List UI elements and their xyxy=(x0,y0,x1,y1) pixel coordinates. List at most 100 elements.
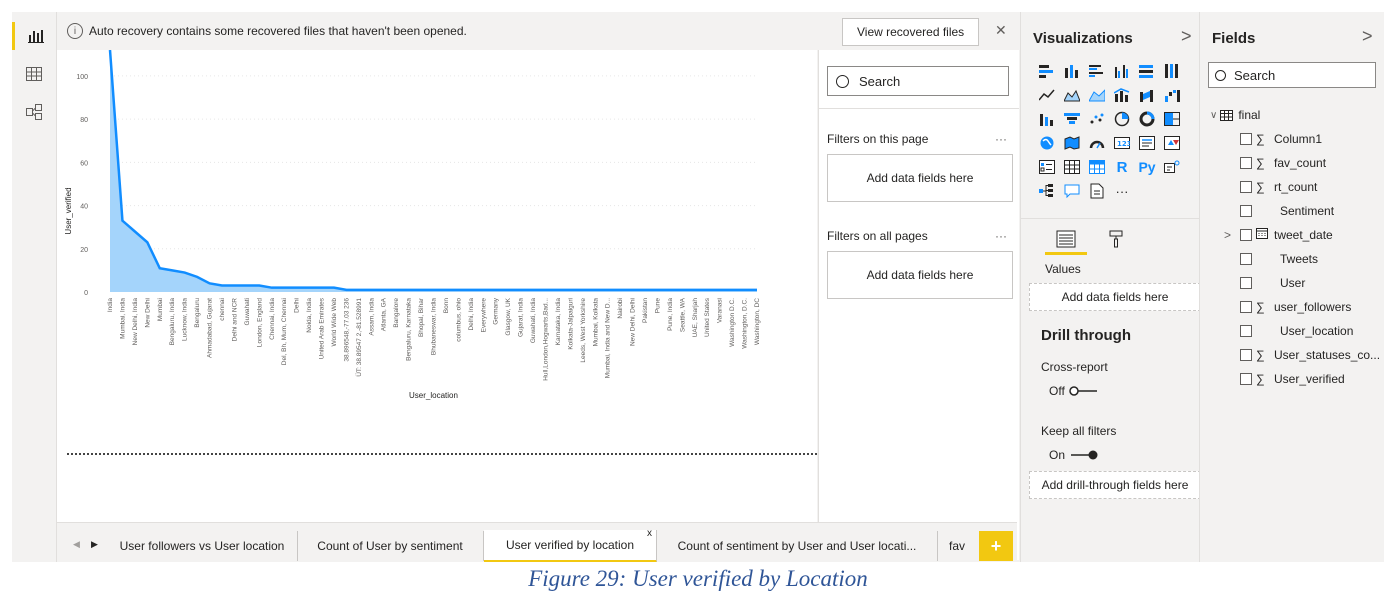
filters-on-all-more-icon[interactable]: ··· xyxy=(995,229,1007,243)
gauge-icon[interactable] xyxy=(1087,134,1107,152)
recovery-message: Auto recovery contains some recovered fi… xyxy=(89,24,467,38)
field-checkbox[interactable] xyxy=(1240,301,1252,313)
field-item[interactable]: ∑ User_statuses_co... xyxy=(1240,344,1380,366)
tab-fav[interactable]: fav xyxy=(937,531,977,561)
filters-search-box[interactable]: Search xyxy=(827,66,1009,96)
scroll-left-icon[interactable]: ◀ xyxy=(73,539,80,550)
waterfall-icon[interactable] xyxy=(1162,86,1182,104)
smart-narrative-icon[interactable] xyxy=(1087,182,1107,200)
line-chart-icon[interactable] xyxy=(1037,86,1057,104)
x-tick-label: Delhi and NCR xyxy=(231,298,238,342)
table-icon[interactable] xyxy=(1062,158,1082,176)
field-item[interactable]: User xyxy=(1240,272,1305,294)
field-item[interactable]: Sentiment xyxy=(1240,200,1334,222)
field-item[interactable]: ∑ Column1 xyxy=(1240,128,1322,150)
filters-on-page-more-icon[interactable]: ··· xyxy=(995,132,1007,146)
multi-row-card-icon[interactable] xyxy=(1137,134,1157,152)
stacked-bar-icon[interactable] xyxy=(1037,62,1057,80)
field-item[interactable]: ∑ fav_count xyxy=(1240,152,1326,174)
chevron-down-icon[interactable]: ∨ xyxy=(1210,110,1217,121)
decomposition-tree-icon[interactable] xyxy=(1037,182,1057,200)
field-item[interactable]: ∑ User_verified xyxy=(1240,368,1345,390)
field-checkbox[interactable] xyxy=(1240,373,1252,385)
left-rail xyxy=(12,12,57,562)
x-tick-label: 38.896548,-77.03 236 xyxy=(343,298,350,362)
field-checkbox[interactable] xyxy=(1240,181,1252,193)
collapse-fields-icon[interactable]: > xyxy=(1362,26,1373,47)
view-recovered-files-button[interactable]: View recovered files xyxy=(842,18,980,46)
field-checkbox[interactable] xyxy=(1240,325,1252,337)
tab-user-followers[interactable]: User followers vs User location xyxy=(107,531,298,561)
line-and-column-icon[interactable] xyxy=(1112,86,1132,104)
slicer-icon[interactable] xyxy=(1037,158,1057,176)
keep-all-filters-toggle[interactable]: On xyxy=(1049,448,1099,462)
values-dropzone[interactable]: Add data fields here xyxy=(1029,283,1201,311)
fields-well-tab[interactable] xyxy=(1045,226,1087,255)
fields-search-box[interactable]: Search xyxy=(1208,62,1376,88)
field-checkbox[interactable] xyxy=(1240,133,1252,145)
key-influencers-icon[interactable] xyxy=(1162,158,1182,176)
card-icon[interactable]: 123 xyxy=(1112,134,1132,152)
scroll-right-icon[interactable]: ▶ xyxy=(91,539,98,550)
table-final[interactable]: ∨ final xyxy=(1210,108,1260,122)
funnel-icon[interactable] xyxy=(1062,110,1082,128)
stacked-column-icon[interactable] xyxy=(1062,62,1082,80)
field-item[interactable]: ∑ user_followers xyxy=(1240,296,1351,318)
area-chart-icon[interactable] xyxy=(1062,86,1082,104)
field-item[interactable]: ∑ rt_count xyxy=(1240,176,1317,198)
filters-on-page-dropzone[interactable]: Add data fields here xyxy=(827,154,1013,202)
add-page-button[interactable]: + xyxy=(979,531,1013,561)
x-tick-label: United Arab Emirates xyxy=(319,297,326,359)
chevron-right-icon[interactable]: > xyxy=(1224,228,1231,242)
clustered-column-icon[interactable] xyxy=(1112,62,1132,80)
scatter-chart-icon[interactable] xyxy=(1087,110,1107,128)
data-view-icon[interactable] xyxy=(18,60,50,88)
series-line[interactable] xyxy=(108,50,757,292)
area-fill[interactable] xyxy=(110,50,757,292)
field-checkbox[interactable] xyxy=(1240,277,1252,289)
stacked-area-icon[interactable] xyxy=(1087,86,1107,104)
field-checkbox[interactable] xyxy=(1240,157,1252,169)
field-item[interactable]: Tweets xyxy=(1240,248,1318,270)
donut-chart-icon[interactable] xyxy=(1137,110,1157,128)
ribbon-chart-icon[interactable] xyxy=(1137,86,1157,104)
fields-well-icon xyxy=(1056,230,1076,248)
tab-user-verified-by-location[interactable]: User verified by location x xyxy=(484,528,657,562)
filled-map-icon[interactable] xyxy=(1062,134,1082,152)
cross-report-label: Cross-report xyxy=(1041,360,1108,374)
pie-chart-icon[interactable] xyxy=(1112,110,1132,128)
x-tick-label: Guwahati xyxy=(244,298,251,325)
field-checkbox[interactable] xyxy=(1240,253,1252,265)
field-name: user_followers xyxy=(1274,300,1352,314)
field-checkbox[interactable] xyxy=(1240,229,1252,241)
field-checkbox[interactable] xyxy=(1240,205,1252,217)
report-view-icon[interactable] xyxy=(12,22,56,50)
100-stacked-column-icon[interactable] xyxy=(1162,62,1182,80)
treemap-icon[interactable] xyxy=(1162,110,1182,128)
qna-icon[interactable] xyxy=(1062,182,1082,200)
x-tick-label: Mumbai xyxy=(157,298,164,321)
tab-count-of-user-by-sentiment[interactable]: Count of User by sentiment xyxy=(297,531,484,561)
r-script-visual-icon[interactable]: R xyxy=(1112,158,1132,176)
more-visuals-icon[interactable]: ··· xyxy=(1112,182,1132,200)
collapse-visualizations-icon[interactable]: > xyxy=(1181,26,1192,47)
model-view-icon[interactable] xyxy=(18,98,50,126)
matrix-icon[interactable] xyxy=(1087,158,1107,176)
python-visual-icon[interactable]: Py xyxy=(1137,158,1157,176)
filters-on-all-dropzone[interactable]: Add data fields here xyxy=(827,251,1013,299)
close-icon[interactable]: ✕ xyxy=(995,22,1007,39)
100-stacked-bar-icon[interactable] xyxy=(1137,62,1157,80)
funnel-bar-icon[interactable] xyxy=(1037,110,1057,128)
kpi-icon[interactable] xyxy=(1162,134,1182,152)
clustered-bar-icon[interactable] xyxy=(1087,62,1107,80)
drill-through-dropzone[interactable]: Add drill-through fields here xyxy=(1029,471,1201,499)
field-checkbox[interactable] xyxy=(1240,349,1252,361)
field-item[interactable]: > tweet_date xyxy=(1224,224,1333,246)
field-item[interactable]: User_location xyxy=(1240,320,1353,342)
cross-report-toggle[interactable]: Off xyxy=(1049,384,1099,398)
map-icon[interactable] xyxy=(1037,134,1057,152)
format-paint-roller-icon[interactable] xyxy=(1103,228,1129,250)
tab-count-of-sentiment[interactable]: Count of sentiment by User and User loca… xyxy=(657,531,938,561)
tab-close-icon[interactable]: x xyxy=(647,528,652,539)
area-chart[interactable]: 0 20 40 60 80 100 India Mumbai, India New Delhi,… xyxy=(57,50,817,410)
